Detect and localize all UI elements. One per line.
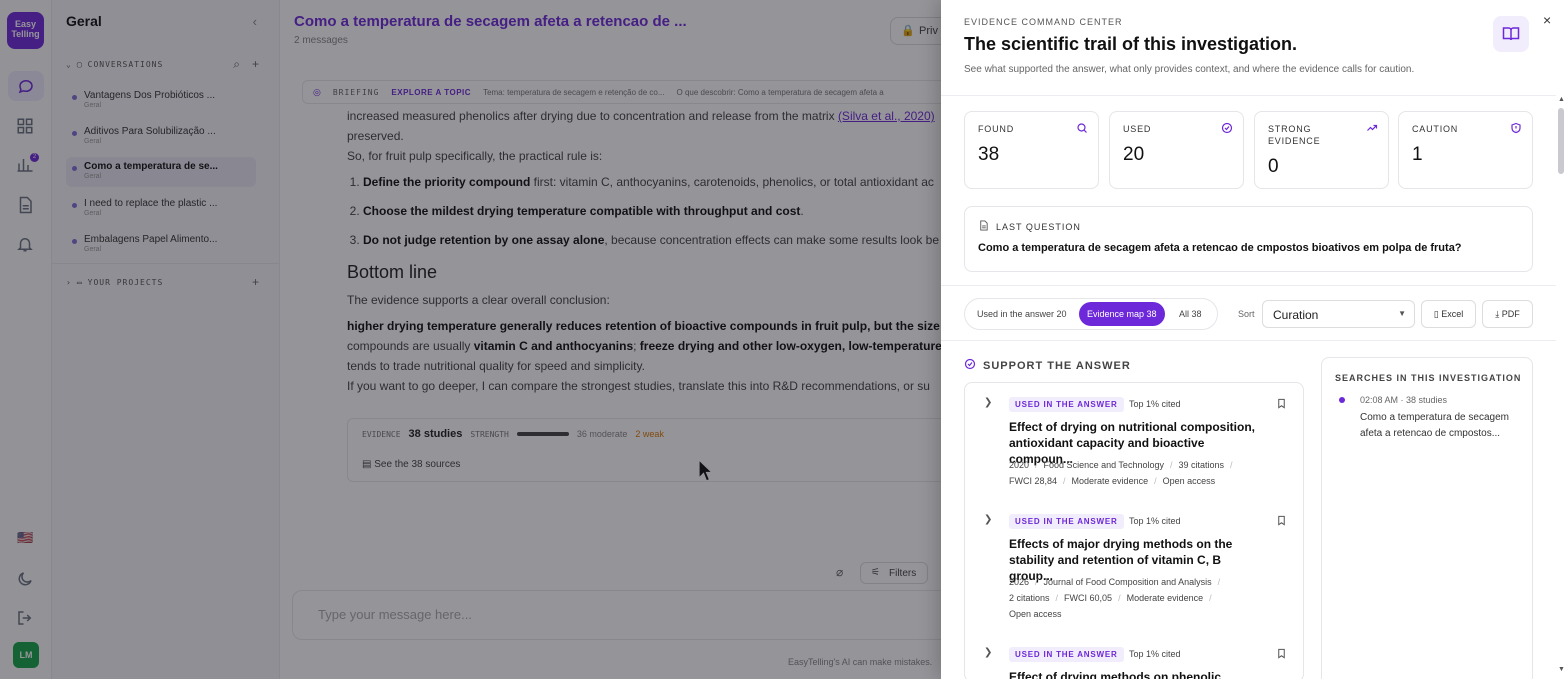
searches-title: SEARCHES IN THIS INVESTIGATION	[1335, 373, 1522, 383]
chevron-right-icon[interactable]: ❯	[984, 514, 992, 525]
file-icon: ▯	[1433, 309, 1439, 319]
search-icon	[1076, 122, 1088, 137]
check-circle-icon	[1221, 122, 1233, 137]
study-meta: 2026/Journal of Food Composition and Ana…	[1009, 577, 1221, 619]
drawer-title: The scientific trail of this investigati…	[964, 34, 1298, 54]
timeline-dot	[1339, 397, 1345, 403]
evidence-tabs: Used in the answer 20 Evidence map 38 Al…	[964, 298, 1218, 330]
drawer-description: See what supported the answer, what only…	[964, 64, 1415, 75]
drawer-scroll-thumb[interactable]	[1558, 108, 1564, 174]
last-question-card: LAST QUESTION Como a temperatura de seca…	[964, 206, 1533, 272]
used-badge: USED IN THE ANSWER	[1009, 647, 1124, 662]
drawer-divider	[941, 340, 1556, 341]
scroll-up-icon[interactable]: ▲	[1558, 96, 1565, 103]
trending-up-icon	[1366, 122, 1378, 137]
check-circle-icon	[964, 358, 976, 373]
stat-caution: CAUTION 1	[1398, 111, 1533, 189]
evidence-drawer: EVIDENCE COMMAND CENTER The scientific t…	[941, 0, 1568, 679]
search-query[interactable]: Como a temperatura de secagem afeta a re…	[1360, 410, 1520, 442]
close-drawer-button[interactable]: ×	[1543, 12, 1551, 28]
drawer-divider	[941, 285, 1556, 286]
tab-used-in-answer[interactable]: Used in the answer 20	[969, 302, 1075, 326]
study-title[interactable]: Effect of drying methods on phenolic	[1009, 669, 1259, 679]
drawer-divider	[941, 95, 1556, 96]
stat-used: USED 20	[1109, 111, 1244, 189]
chevron-right-icon[interactable]: ❯	[984, 647, 992, 658]
study-meta: 2020/Food Science and Technology/39 cita…	[1009, 460, 1233, 486]
used-badge: USED IN THE ANSWER	[1009, 514, 1124, 529]
used-badge: USED IN THE ANSWER	[1009, 397, 1124, 412]
search-time: 02:08 AM · 38 studies	[1360, 395, 1448, 405]
book-icon[interactable]	[1493, 16, 1529, 52]
sort-label: Sort	[1238, 309, 1255, 319]
modal-overlay[interactable]	[0, 0, 942, 679]
chevron-right-icon[interactable]: ❯	[984, 397, 992, 408]
shield-alert-icon	[1510, 122, 1522, 137]
evidence-card-list: ❯ USED IN THE ANSWER Top 1% cited Effect…	[964, 382, 1304, 679]
last-question-text: Como a temperatura de secagem afeta a re…	[978, 242, 1462, 254]
sort-select[interactable]: Curation ▼	[1262, 300, 1415, 328]
download-icon: ⤓	[1495, 309, 1500, 319]
document-icon	[978, 220, 989, 233]
stat-strong-evidence: STRONG EVIDENCE 0	[1254, 111, 1389, 189]
tab-evidence-map[interactable]: Evidence map 38	[1079, 302, 1165, 326]
bookmark-icon[interactable]	[1276, 514, 1287, 530]
drawer-scrollbar[interactable]: ▲ ▼	[1556, 96, 1568, 679]
support-section-header: SUPPORT THE ANSWER	[964, 358, 1131, 373]
bookmark-icon[interactable]	[1276, 647, 1287, 663]
scroll-down-icon[interactable]: ▼	[1558, 666, 1565, 673]
bookmark-icon[interactable]	[1276, 397, 1287, 413]
stat-found: FOUND 38	[964, 111, 1099, 189]
drawer-kicker: EVIDENCE COMMAND CENTER	[964, 17, 1123, 27]
tab-all[interactable]: All 38	[1171, 302, 1210, 326]
searches-panel: SEARCHES IN THIS INVESTIGATION 02:08 AM …	[1321, 357, 1533, 679]
chevron-down-icon: ▼	[1398, 309, 1406, 318]
export-pdf-button[interactable]: ⤓ PDF	[1482, 300, 1533, 328]
export-excel-button[interactable]: ▯ Excel	[1421, 300, 1476, 328]
